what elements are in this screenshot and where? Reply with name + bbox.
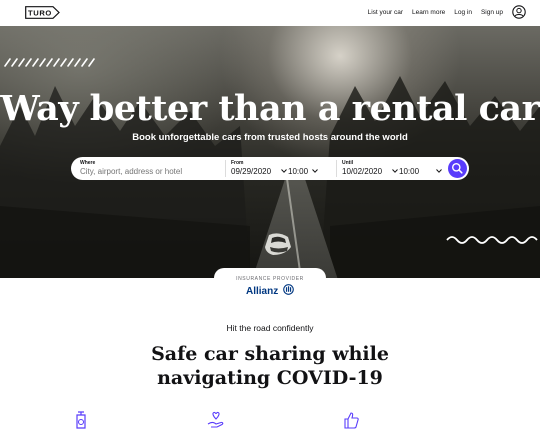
sanitizer-icon bbox=[76, 411, 86, 429]
until-time[interactable]: 10:00 bbox=[399, 167, 419, 176]
divider bbox=[336, 160, 337, 177]
chevron-down-icon[interactable] bbox=[392, 169, 398, 173]
nav-links: List your car Learn more Log in Sign up bbox=[359, 5, 526, 19]
section-kicker: Hit the road confidently bbox=[226, 323, 314, 333]
hero-subtitle: Book unforgettable cars from trusted hos… bbox=[132, 132, 408, 143]
allianz-logo: Allianz bbox=[246, 284, 294, 297]
section-title: Safe car sharing while navigating COVID-… bbox=[151, 343, 389, 389]
nav-sign-up[interactable]: Sign up bbox=[481, 9, 503, 16]
decorative-dashes bbox=[4, 58, 95, 67]
insurance-label: INSURANCE PROVIDER bbox=[236, 276, 304, 282]
turo-logo[interactable]: TURO bbox=[25, 6, 60, 19]
hero-title: Way better than a rental car bbox=[0, 88, 540, 129]
allianz-wordmark: Allianz bbox=[246, 286, 279, 297]
nav-learn-more[interactable]: Learn more bbox=[412, 9, 445, 16]
chevron-down-icon[interactable] bbox=[312, 169, 318, 173]
hand-heart-icon bbox=[207, 411, 224, 428]
chevron-down-icon[interactable] bbox=[436, 169, 442, 173]
from-field[interactable]: From 09/29/2020 10:00 bbox=[231, 157, 331, 180]
search-button[interactable] bbox=[448, 159, 467, 178]
where-field[interactable]: Where bbox=[80, 157, 220, 180]
user-circle-icon[interactable] bbox=[512, 5, 526, 19]
top-navigation: TURO List your car Learn more Log in Sig… bbox=[0, 0, 540, 26]
decorative-waves bbox=[446, 236, 538, 244]
thumbs-up-icon bbox=[344, 412, 359, 429]
allianz-eagle-icon bbox=[283, 284, 294, 295]
hero-banner: Way better than a rental car Book unforg… bbox=[0, 26, 540, 278]
divider bbox=[225, 160, 226, 177]
until-date[interactable]: 10/02/2020 bbox=[342, 167, 382, 176]
where-label: Where bbox=[80, 160, 96, 166]
until-label: Until bbox=[342, 160, 354, 166]
from-label: From bbox=[231, 160, 244, 166]
insurance-badge: INSURANCE PROVIDER Allianz bbox=[214, 268, 326, 301]
logo-text: TURO bbox=[28, 9, 52, 18]
chevron-down-icon[interactable] bbox=[281, 169, 287, 173]
nav-log-in[interactable]: Log in bbox=[454, 9, 472, 16]
search-bar: Where From 09/29/2020 10:00 Until 10/02/… bbox=[71, 157, 469, 180]
from-date[interactable]: 09/29/2020 bbox=[231, 167, 271, 176]
search-icon bbox=[452, 163, 463, 174]
car-image bbox=[265, 233, 291, 255]
nav-list-your-car[interactable]: List your car bbox=[368, 9, 403, 16]
from-time[interactable]: 10:00 bbox=[288, 167, 308, 176]
where-input[interactable] bbox=[80, 167, 220, 176]
until-field[interactable]: Until 10/02/2020 10:00 bbox=[342, 157, 446, 180]
